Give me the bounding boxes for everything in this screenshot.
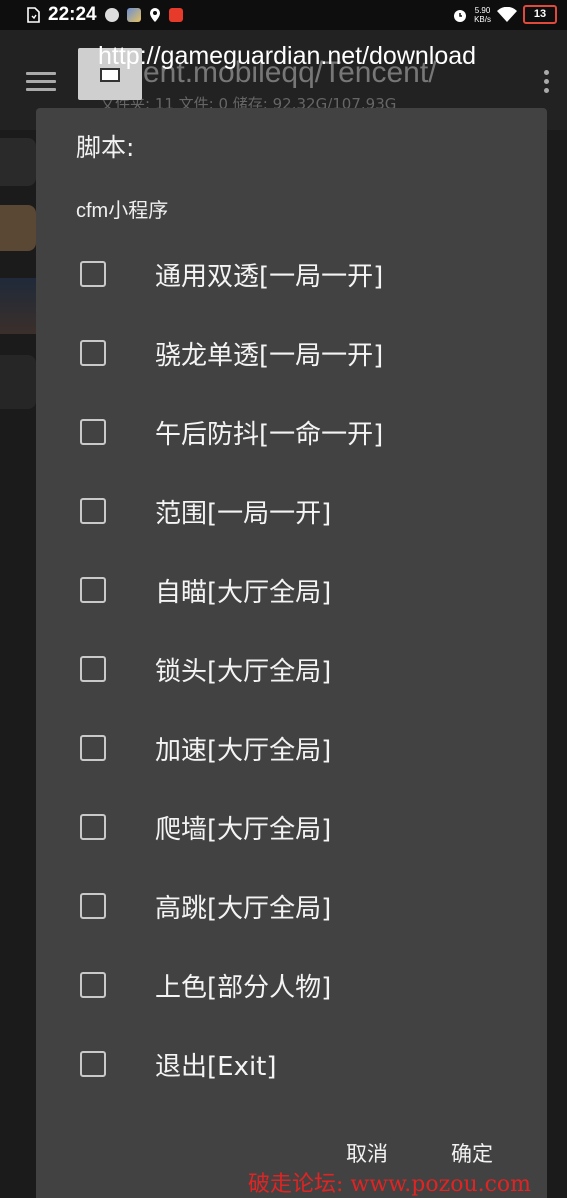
option-label: 退出[Exit]	[155, 1052, 277, 1082]
app-thumbnail	[0, 355, 36, 409]
option-label: 自瞄[大厅全局]	[155, 578, 332, 608]
dialog-subtitle: cfm小程序	[76, 200, 169, 222]
checkbox[interactable]	[80, 656, 106, 682]
option-8[interactable]: 高跳[大厅全局]	[80, 875, 520, 935]
checkbox[interactable]	[80, 340, 106, 366]
dialog-title: 脚本:	[76, 133, 135, 162]
option-label: 加速[大厅全局]	[155, 736, 332, 766]
folder-item-icon	[0, 138, 36, 186]
option-6[interactable]: 加速[大厅全局]	[80, 717, 520, 777]
option-9[interactable]: 上色[部分人物]	[80, 954, 520, 1014]
checkbox[interactable]	[80, 261, 106, 287]
app-icon	[104, 8, 119, 22]
status-bar: 22:24 5.90 KB/s 13	[0, 0, 567, 30]
option-label: 锁头[大厅全局]	[155, 657, 332, 687]
option-10[interactable]: 退出[Exit]	[80, 1033, 520, 1093]
wifi-icon	[497, 6, 517, 22]
checkbox[interactable]	[80, 419, 106, 445]
notification-icon	[168, 8, 183, 22]
checkbox[interactable]	[80, 893, 106, 919]
forum-watermark: 破走论坛: www.pozou.com	[248, 1172, 532, 1197]
option-4[interactable]: 自瞄[大厅全局]	[80, 559, 520, 619]
script-dialog: 脚本: cfm小程序 通用双透[一局一开] 骁龙单透[一局一开] 午后防抖[一命…	[36, 108, 547, 1198]
checkbox[interactable]	[80, 735, 106, 761]
game-icon	[126, 8, 141, 22]
alarm-icon	[454, 9, 467, 22]
status-left: 22:24	[26, 4, 183, 26]
battery-indicator: 13	[523, 5, 557, 24]
option-0[interactable]: 通用双透[一局一开]	[80, 243, 520, 303]
net-speed-value: 5.90	[474, 5, 491, 15]
checkbox[interactable]	[80, 498, 106, 524]
option-2[interactable]: 午后防抖[一命一开]	[80, 401, 520, 461]
option-label: 骁龙单透[一局一开]	[155, 341, 384, 371]
checkbox[interactable]	[80, 577, 106, 603]
option-label: 高跳[大厅全局]	[155, 894, 332, 924]
image-thumbnail	[0, 278, 36, 334]
option-label: 上色[部分人物]	[155, 973, 332, 1003]
archive-item-icon	[0, 205, 36, 251]
cancel-button[interactable]: 取消	[346, 1138, 388, 1168]
option-label: 通用双透[一局一开]	[155, 262, 384, 292]
net-speed: 5.90 KB/s	[474, 6, 491, 24]
option-label: 爬墙[大厅全局]	[155, 815, 332, 845]
option-5[interactable]: 锁头[大厅全局]	[80, 638, 520, 698]
option-3[interactable]: 范围[一局一开]	[80, 480, 520, 540]
option-label: 范围[一局一开]	[155, 499, 332, 529]
ok-button[interactable]: 确定	[451, 1138, 493, 1168]
option-label: 午后防抖[一命一开]	[155, 420, 384, 450]
checkbox[interactable]	[80, 814, 106, 840]
net-speed-unit: KB/s	[474, 14, 491, 24]
menu-icon[interactable]	[26, 72, 56, 92]
option-1[interactable]: 骁龙单透[一局一开]	[80, 322, 520, 382]
location-icon	[149, 8, 160, 22]
download-url: http://gameguardian.net/download	[98, 42, 477, 70]
checkbox[interactable]	[80, 972, 106, 998]
checkbox[interactable]	[80, 1051, 106, 1077]
option-7[interactable]: 爬墙[大厅全局]	[80, 796, 520, 856]
more-options-icon[interactable]	[544, 70, 550, 97]
status-right: 5.90 KB/s 13	[452, 5, 557, 24]
clock: 22:24	[48, 4, 97, 25]
file-icon	[27, 7, 40, 23]
